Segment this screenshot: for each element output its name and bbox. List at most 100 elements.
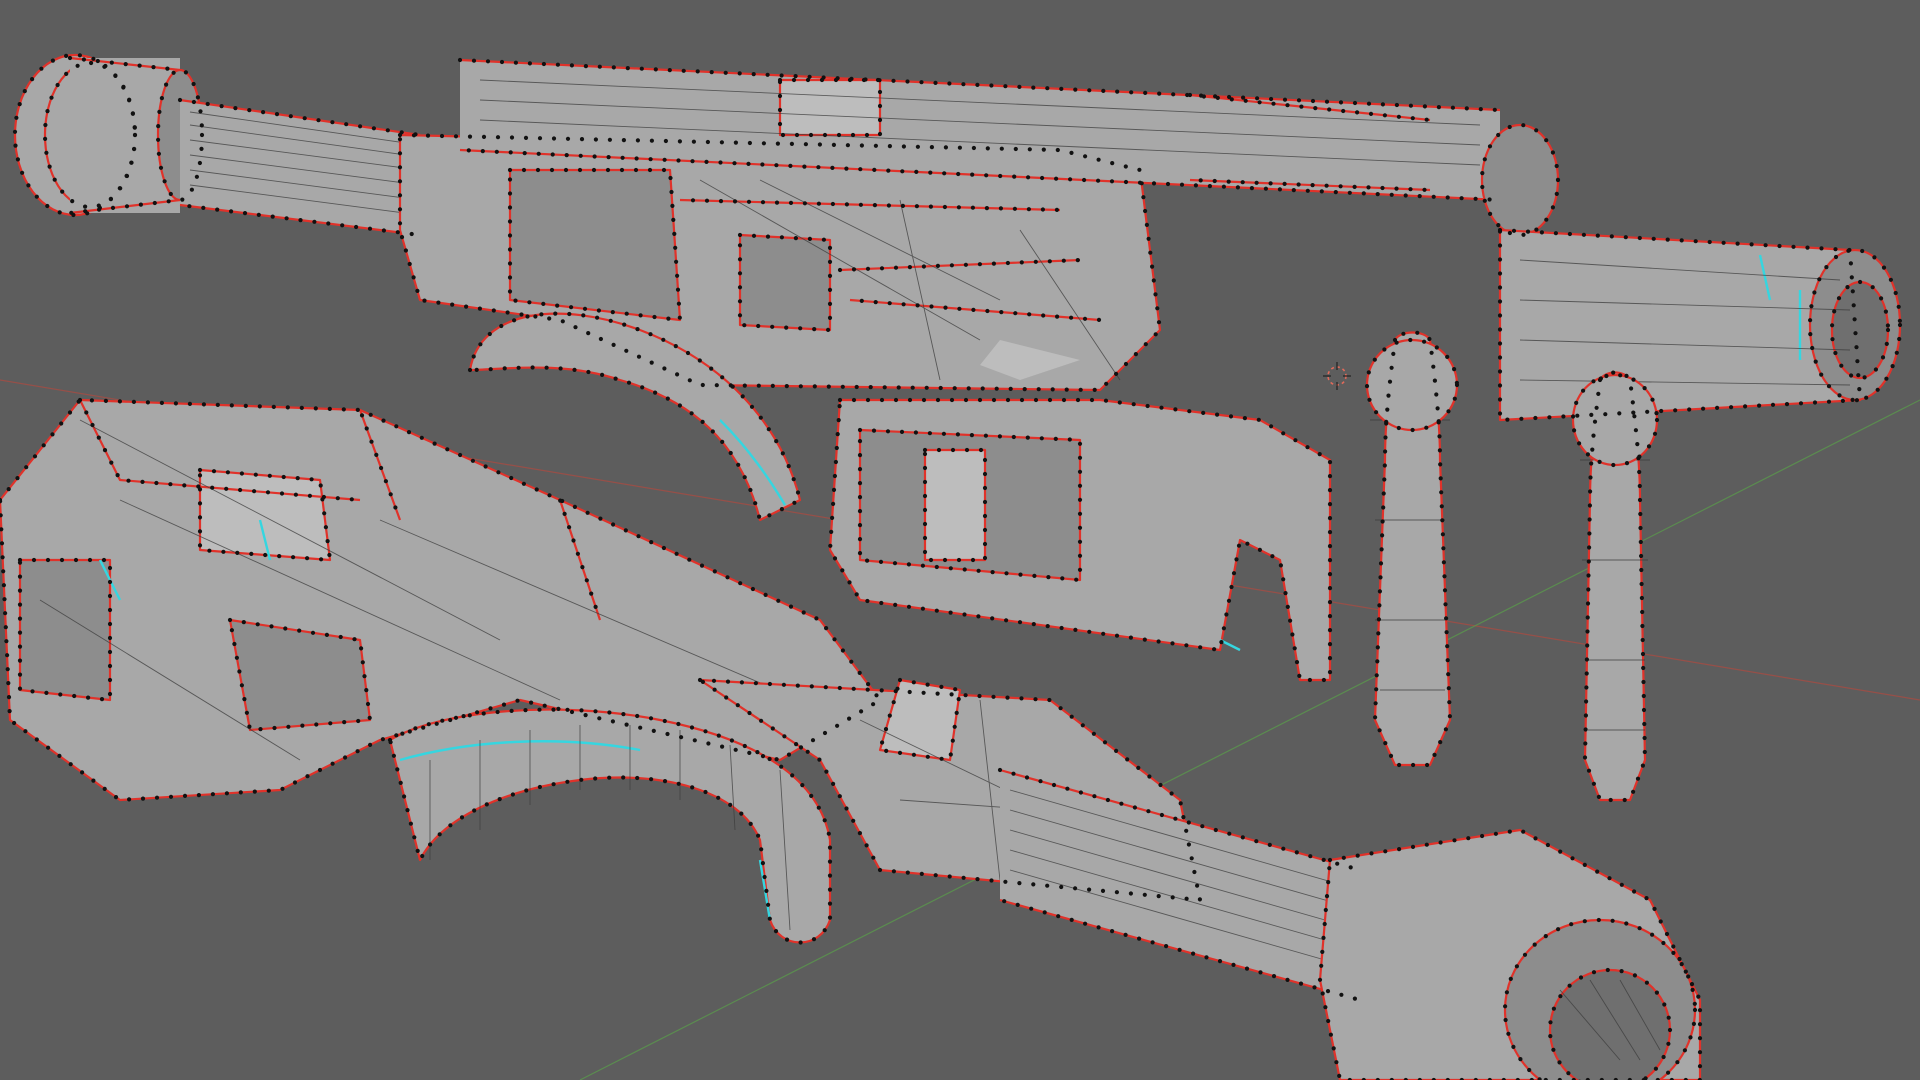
mesh-vertex[interactable]	[807, 236, 813, 241]
mesh-vertex[interactable]	[1885, 327, 1891, 333]
mesh-vertex[interactable]	[1277, 187, 1282, 192]
mesh-vertex[interactable]	[746, 199, 752, 204]
mesh-vertex[interactable]	[1619, 882, 1624, 887]
mesh-vertex[interactable]	[989, 83, 994, 88]
mesh-vertex[interactable]	[832, 637, 837, 642]
mesh-vertex[interactable]	[1687, 407, 1692, 412]
mesh-vertex[interactable]	[919, 80, 924, 85]
mesh-vertex[interactable]	[1696, 994, 1701, 999]
mesh-vertex[interactable]	[907, 689, 912, 695]
mesh-vertex[interactable]	[565, 707, 570, 712]
mesh-vertex[interactable]	[1077, 567, 1083, 572]
mesh-vertex[interactable]	[921, 264, 927, 269]
mesh-vertex[interactable]	[810, 738, 816, 743]
mesh-vertex[interactable]	[34, 737, 39, 742]
mesh-vertex[interactable]	[737, 232, 743, 238]
mesh-vertex[interactable]	[805, 77, 811, 83]
mesh-vertex[interactable]	[633, 167, 639, 173]
mesh-vertex[interactable]	[607, 775, 612, 780]
mesh-vertex[interactable]	[1429, 350, 1434, 355]
mesh-vertex[interactable]	[762, 874, 767, 880]
mesh-vertex[interactable]	[740, 394, 745, 399]
mesh-vertex[interactable]	[827, 273, 833, 278]
mesh-vertex[interactable]	[705, 139, 711, 145]
mesh-vertex[interactable]	[558, 366, 563, 371]
mesh-vertex[interactable]	[1294, 660, 1300, 665]
mesh-vertex[interactable]	[13, 143, 18, 148]
mesh-vertex[interactable]	[265, 490, 271, 495]
mesh-vertex[interactable]	[984, 206, 990, 211]
mesh-vertex[interactable]	[835, 723, 840, 728]
mesh-vertex[interactable]	[893, 397, 899, 403]
mesh-vertex[interactable]	[1444, 616, 1449, 621]
mesh-vertex[interactable]	[196, 793, 201, 798]
mesh-vertex[interactable]	[709, 366, 714, 371]
mesh-vertex[interactable]	[1432, 378, 1437, 383]
mesh-vertex[interactable]	[1004, 571, 1009, 576]
mesh-vertex[interactable]	[1585, 452, 1590, 457]
mesh-vertex[interactable]	[812, 384, 817, 389]
mesh-vertex[interactable]	[732, 199, 738, 204]
mesh-vertex[interactable]	[194, 174, 199, 179]
mesh-vertex[interactable]	[75, 63, 80, 68]
mesh-vertex[interactable]	[1487, 144, 1493, 149]
mesh-vertex[interactable]	[891, 78, 896, 83]
mesh-vertex[interactable]	[107, 579, 113, 585]
mesh-vertex[interactable]	[1087, 629, 1092, 634]
mesh-vertex[interactable]	[341, 407, 346, 412]
mesh-vertex[interactable]	[896, 385, 901, 390]
mesh-vertex[interactable]	[1109, 179, 1115, 184]
mesh-vertex[interactable]	[1224, 612, 1229, 617]
mesh-vertex[interactable]	[565, 136, 571, 141]
mesh-vertex[interactable]	[1059, 884, 1064, 890]
mesh-vertex[interactable]	[397, 193, 403, 198]
mesh-vertex[interactable]	[45, 557, 51, 563]
mesh-vertex[interactable]	[925, 682, 930, 687]
mesh-vertex[interactable]	[947, 874, 952, 879]
mesh-vertex[interactable]	[634, 156, 639, 161]
mesh-vertex[interactable]	[252, 489, 257, 494]
mesh-vertex[interactable]	[1805, 245, 1810, 250]
mesh-vertex[interactable]	[1587, 531, 1592, 536]
mesh-vertex[interactable]	[831, 142, 837, 147]
mesh-vertex[interactable]	[692, 738, 697, 743]
mesh-vertex[interactable]	[748, 821, 753, 827]
mesh-vertex[interactable]	[480, 149, 485, 154]
mesh-vertex[interactable]	[224, 791, 229, 796]
mesh-vertex[interactable]	[1327, 586, 1333, 591]
mesh-vertex[interactable]	[868, 385, 873, 390]
mesh-vertex[interactable]	[1692, 1001, 1697, 1006]
mesh-vertex[interactable]	[943, 305, 948, 310]
mesh-vertex[interactable]	[121, 84, 126, 89]
mesh-vertex[interactable]	[1378, 561, 1384, 566]
mesh-vertex[interactable]	[911, 680, 916, 685]
mesh-vertex[interactable]	[397, 221, 403, 226]
mesh-vertex[interactable]	[1059, 86, 1064, 91]
mesh-vertex[interactable]	[1618, 373, 1623, 378]
mesh-vertex[interactable]	[788, 163, 793, 168]
mesh-vertex[interactable]	[710, 429, 715, 434]
mesh-vertex[interactable]	[342, 720, 347, 725]
mesh-vertex[interactable]	[1394, 102, 1399, 108]
mesh-vertex[interactable]	[1533, 415, 1538, 421]
mesh-vertex[interactable]	[1144, 222, 1149, 227]
mesh-vertex[interactable]	[499, 323, 504, 329]
mesh-vertex[interactable]	[978, 447, 984, 453]
mesh-vertex[interactable]	[1326, 1018, 1331, 1024]
mesh-vertex[interactable]	[922, 549, 928, 555]
mesh-vertex[interactable]	[755, 750, 760, 755]
mesh-vertex[interactable]	[827, 315, 833, 320]
mesh-vertex[interactable]	[1440, 532, 1445, 537]
mesh-vertex[interactable]	[950, 447, 956, 453]
mesh-vertex[interactable]	[481, 711, 486, 716]
mesh-vertex[interactable]	[999, 146, 1004, 151]
mesh-vertex[interactable]	[1875, 387, 1880, 392]
mesh-vertex[interactable]	[887, 144, 893, 149]
mesh-vertex[interactable]	[1267, 842, 1272, 848]
mesh-vertex[interactable]	[739, 811, 744, 816]
mesh-vertex[interactable]	[1381, 491, 1386, 496]
mesh-vertex[interactable]	[1045, 624, 1050, 629]
mesh-vertex[interactable]	[1327, 628, 1333, 633]
mesh-vertex[interactable]	[1131, 402, 1136, 407]
mesh-vertex[interactable]	[283, 626, 288, 631]
